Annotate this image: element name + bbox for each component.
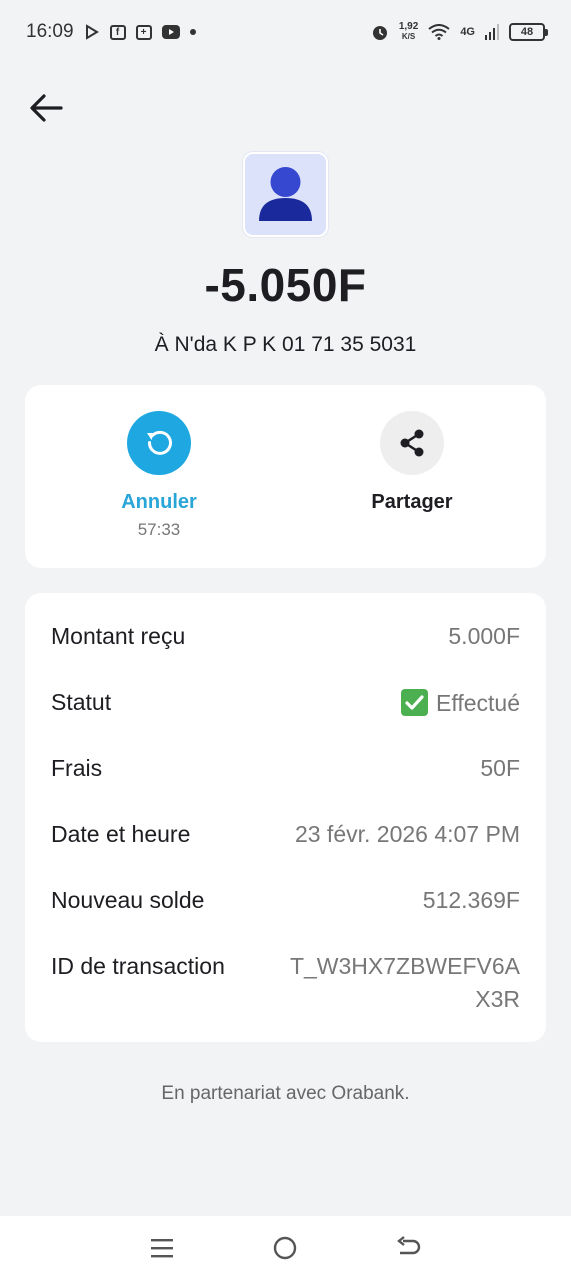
detail-label: Frais xyxy=(51,755,103,781)
detail-label: Statut xyxy=(51,689,112,715)
recent-apps-button[interactable] xyxy=(142,1228,182,1268)
detail-value: 23 févr. 2026 4:07 PM xyxy=(294,821,520,847)
home-button[interactable] xyxy=(265,1228,305,1268)
check-icon xyxy=(401,689,429,716)
detail-value: 512.369F xyxy=(422,887,520,913)
status-time: 16:09 xyxy=(26,21,74,42)
actions-card: Annuler 57:33 Partager xyxy=(25,385,546,568)
detail-row-new-balance: Nouveau solde 512.369F xyxy=(51,887,520,914)
details-card: Montant reçu 5.000F Statut Effectué Frai… xyxy=(25,593,546,1042)
network-speed-value: 1,92 xyxy=(398,21,419,32)
detail-label: Nouveau solde xyxy=(51,887,205,913)
wifi-icon xyxy=(428,24,450,40)
system-nav-bar xyxy=(0,1216,571,1280)
share-icon xyxy=(400,429,424,457)
detail-row-amount-received: Montant reçu 5.000F xyxy=(51,623,520,650)
system-back-button[interactable] xyxy=(389,1228,429,1268)
menu-icon xyxy=(150,1239,173,1258)
facebook-icon: f xyxy=(109,24,126,40)
share-button[interactable]: Partager xyxy=(312,411,512,514)
detail-label: ID de transaction xyxy=(51,953,225,979)
alarm-icon xyxy=(371,23,389,41)
share-circle xyxy=(380,411,444,475)
status-text: Effectué xyxy=(436,690,520,716)
notification-dot-icon xyxy=(189,29,196,35)
youtube-icon xyxy=(161,25,180,39)
transaction-amount: -5.050F xyxy=(204,259,367,311)
back-button[interactable] xyxy=(26,88,66,128)
cancel-button[interactable]: Annuler 57:33 xyxy=(59,411,259,540)
partner-text: En partenariat avec Orabank. xyxy=(161,1083,410,1104)
cancel-circle xyxy=(127,411,191,475)
arrow-left-icon xyxy=(30,94,63,122)
status-bar: 16:09 f + 1,92 K/S 4G 48 xyxy=(0,0,571,64)
detail-value-status: Effectué xyxy=(401,689,520,717)
detail-row-transaction-id: ID de transaction T_W3HX7ZBWEFV6AX3R xyxy=(51,950,520,1016)
detail-value: 50F xyxy=(480,755,520,781)
detail-row-datetime: Date et heure 23 févr. 2026 4:07 PM xyxy=(51,821,520,848)
status-bar-right: 1,92 K/S 4G 48 xyxy=(371,22,548,42)
user-icon xyxy=(259,167,312,221)
status-bar-left: 16:09 f + xyxy=(26,21,196,43)
network-type: 4G xyxy=(460,26,475,38)
signal-icon xyxy=(485,24,499,40)
network-speed: 1,92 K/S xyxy=(399,22,418,42)
detail-label: Montant reçu xyxy=(51,623,186,649)
detail-row-status: Statut Effectué xyxy=(51,689,520,717)
home-circle-icon xyxy=(274,1236,297,1260)
detail-row-fees: Frais 50F xyxy=(51,755,520,782)
share-label: Partager xyxy=(371,491,453,513)
detail-value: T_W3HX7ZBWEFV6AX3R xyxy=(289,953,520,1012)
detail-value: 5.000F xyxy=(448,623,520,649)
detail-label: Date et heure xyxy=(51,821,191,847)
battery-icon: 48 xyxy=(509,23,548,41)
avatar xyxy=(243,152,328,237)
cancel-timer: 57:33 xyxy=(137,520,181,539)
network-speed-unit: K/S xyxy=(401,32,416,41)
play-store-icon xyxy=(84,24,100,40)
undo-icon xyxy=(147,430,172,455)
back-icon xyxy=(397,1236,421,1255)
transaction-recipient: À N'da K P K 01 71 35 5031 xyxy=(154,333,417,356)
calculator-icon: + xyxy=(135,24,152,40)
cancel-label: Annuler xyxy=(121,491,197,513)
